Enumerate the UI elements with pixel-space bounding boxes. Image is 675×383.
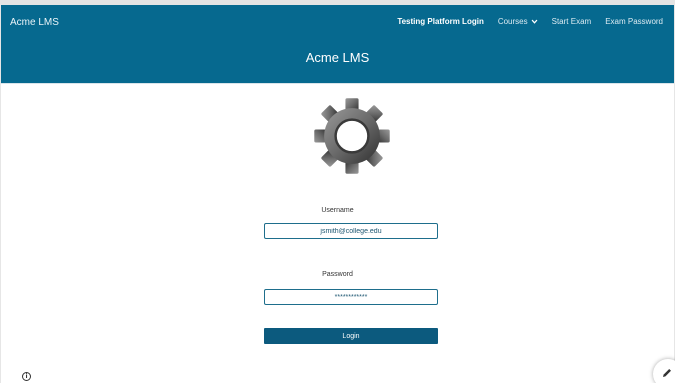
banner-title: Acme LMS	[305, 50, 370, 65]
top-header: Acme LMS Testing Platform Login Courses …	[1, 5, 674, 84]
page: Acme LMS Testing Platform Login Courses …	[0, 0, 675, 383]
pencil-icon	[663, 369, 671, 377]
chevron-down-icon	[531, 19, 538, 24]
info-icon[interactable]: i	[22, 372, 31, 381]
password-input[interactable]	[264, 289, 438, 305]
login-button[interactable]: Login	[264, 328, 438, 344]
edit-button[interactable]	[653, 359, 675, 383]
main-nav: Testing Platform Login Courses Start Exa…	[397, 17, 663, 26]
username-input[interactable]	[264, 223, 438, 239]
nav-testing-platform-login[interactable]: Testing Platform Login	[397, 17, 484, 26]
gear-icon	[314, 98, 390, 174]
nav-start-exam[interactable]: Start Exam	[552, 17, 592, 26]
nav-courses-label: Courses	[497, 17, 528, 26]
password-label: Password	[322, 271, 353, 278]
nav-courses-dropdown[interactable]: Courses	[498, 17, 538, 26]
brand-link[interactable]: Acme LMS	[10, 17, 59, 28]
username-label: Username	[321, 207, 354, 214]
nav-exam-password[interactable]: Exam Password	[605, 17, 663, 26]
